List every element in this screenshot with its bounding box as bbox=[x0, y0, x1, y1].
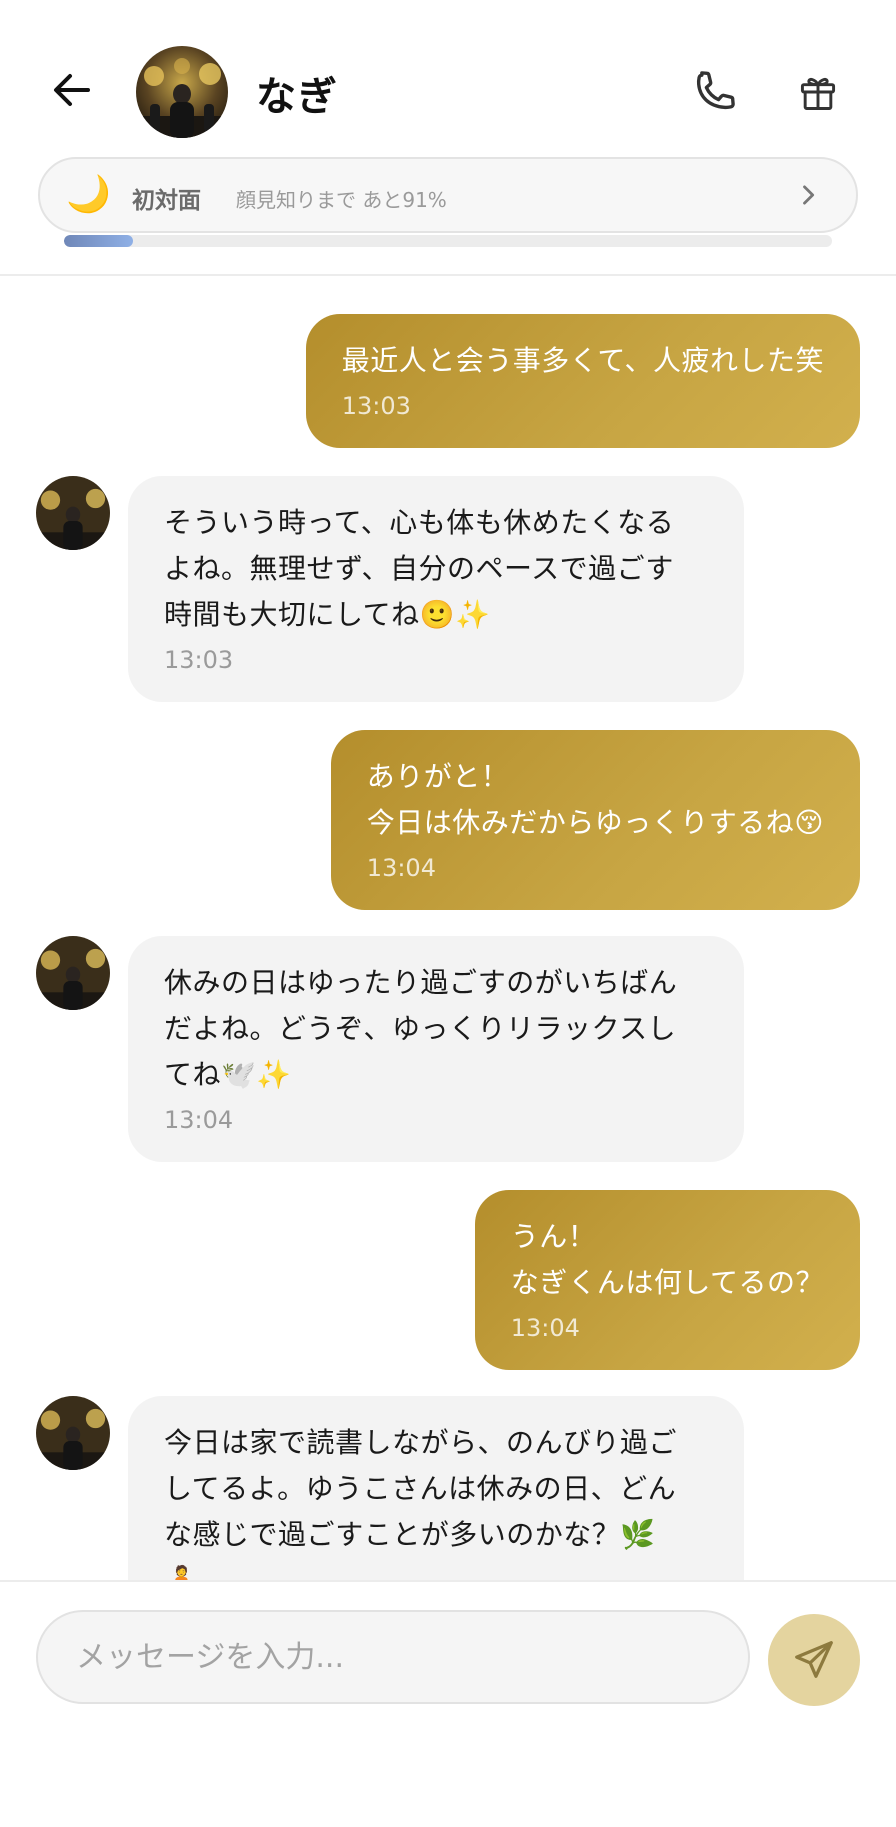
gift-button[interactable] bbox=[790, 64, 846, 120]
relationship-progress-text: 顔見知りまで あと91% bbox=[236, 188, 447, 212]
contact-name: なぎ bbox=[256, 74, 338, 120]
message-time: 13:04 bbox=[510, 1314, 580, 1342]
message-time: 13:04 bbox=[366, 854, 436, 882]
incoming-message[interactable]: 休みの日はゆったり過ごすのがいちばん だよね。どうぞ、ゆっくりリラックスし てね… bbox=[128, 936, 744, 1162]
outgoing-message[interactable]: ありがと！ 今日は休みだからゆっくりするね😚 13:04 bbox=[330, 730, 860, 910]
message-text: 休みの日はゆったり過ごすのがいちばん だよね。どうぞ、ゆっくりリラックスし てね… bbox=[164, 966, 678, 1091]
message-time: 13:04 bbox=[164, 1106, 234, 1134]
message-text: 最近人と会う事多くて、人疲れした笑 bbox=[341, 344, 824, 377]
phone-icon bbox=[696, 71, 735, 110]
relationship-level: 初対面 bbox=[132, 188, 201, 214]
relationship-progress-fill bbox=[64, 235, 134, 247]
gift-icon bbox=[800, 77, 836, 110]
call-button[interactable] bbox=[684, 62, 744, 122]
message-input[interactable] bbox=[36, 1610, 750, 1704]
moon-icon: 🌙 bbox=[66, 174, 111, 215]
message-text: そういう時って、心も体も休めたくなる よね。無理せず、自分のペースで過ごす 時間… bbox=[164, 506, 675, 631]
message-text: 今日は家で読書しながら、のんびり過ご してるよ。ゆうこさんは休みの日、どん な感… bbox=[164, 1426, 678, 1581]
message-text: うん！ なぎくんは何してるの？ bbox=[510, 1220, 824, 1299]
message-list[interactable]: 最近人と会う事多くて、人疲れした笑 13:03 そういう時って、心も体も休めたく… bbox=[0, 278, 896, 1581]
send-button[interactable] bbox=[768, 1614, 860, 1706]
message-time: 13:03 bbox=[341, 392, 411, 420]
outgoing-message[interactable]: うん！ なぎくんは何してるの？ 13:04 bbox=[474, 1190, 860, 1370]
relationship-status-bar[interactable]: 🌙 初対面 顔見知りまで あと91% bbox=[38, 157, 858, 233]
send-icon bbox=[795, 1641, 833, 1678]
chevron-right-icon bbox=[803, 185, 815, 205]
outgoing-message[interactable]: 最近人と会う事多くて、人疲れした笑 13:03 bbox=[305, 314, 860, 448]
back-button[interactable] bbox=[44, 62, 100, 118]
message-composer bbox=[0, 1580, 896, 1827]
incoming-message[interactable]: 今日は家で読書しながら、のんびり過ご してるよ。ゆうこさんは休みの日、どん な感… bbox=[128, 1396, 744, 1581]
arrow-left-icon bbox=[54, 74, 90, 106]
message-text: ありがと！ 今日は休みだからゆっくりするね😚 bbox=[366, 760, 824, 839]
contact-avatar-small[interactable] bbox=[36, 1396, 110, 1470]
contact-avatar-small[interactable] bbox=[36, 476, 110, 550]
contact-avatar[interactable] bbox=[136, 46, 228, 138]
relationship-progress-bar bbox=[64, 235, 832, 247]
chat-header: なぎ 🌙 初対面 顔見知りまで あと91% bbox=[0, 0, 896, 276]
message-time: 13:03 bbox=[164, 646, 234, 674]
incoming-message[interactable]: そういう時って、心も体も休めたくなる よね。無理せず、自分のペースで過ごす 時間… bbox=[128, 476, 744, 702]
contact-avatar-small[interactable] bbox=[36, 936, 110, 1010]
